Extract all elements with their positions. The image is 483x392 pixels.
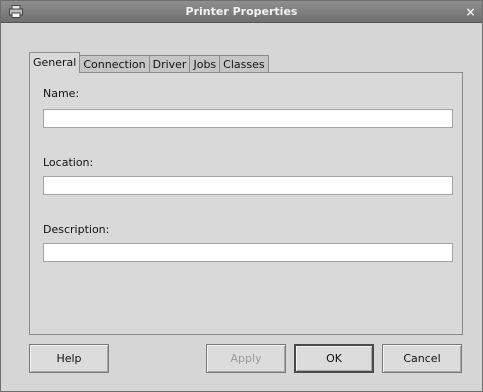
tab-bar: General Connection Driver Jobs Classes bbox=[29, 51, 269, 73]
description-label: Description: bbox=[43, 223, 110, 236]
tab-connection[interactable]: Connection bbox=[79, 55, 150, 73]
titlebar[interactable]: Printer Properties × bbox=[1, 1, 482, 23]
name-input[interactable] bbox=[43, 109, 453, 128]
apply-button[interactable]: Apply bbox=[206, 344, 286, 373]
general-tab-panel: Name: Location: Description: bbox=[29, 72, 463, 335]
ok-button[interactable]: OK bbox=[294, 344, 374, 373]
location-label: Location: bbox=[43, 156, 94, 169]
help-button[interactable]: Help bbox=[29, 344, 109, 373]
tab-classes[interactable]: Classes bbox=[219, 55, 269, 73]
tab-driver[interactable]: Driver bbox=[148, 55, 191, 73]
description-input[interactable] bbox=[43, 243, 453, 262]
cancel-button[interactable]: Cancel bbox=[382, 344, 462, 373]
close-icon[interactable]: × bbox=[463, 5, 478, 19]
window-title: Printer Properties bbox=[185, 5, 298, 18]
name-label: Name: bbox=[43, 87, 80, 100]
location-input[interactable] bbox=[43, 176, 453, 195]
tab-jobs[interactable]: Jobs bbox=[189, 55, 221, 73]
tab-general[interactable]: General bbox=[29, 52, 81, 73]
printer-properties-dialog: Printer Properties × General Connection … bbox=[0, 0, 483, 392]
